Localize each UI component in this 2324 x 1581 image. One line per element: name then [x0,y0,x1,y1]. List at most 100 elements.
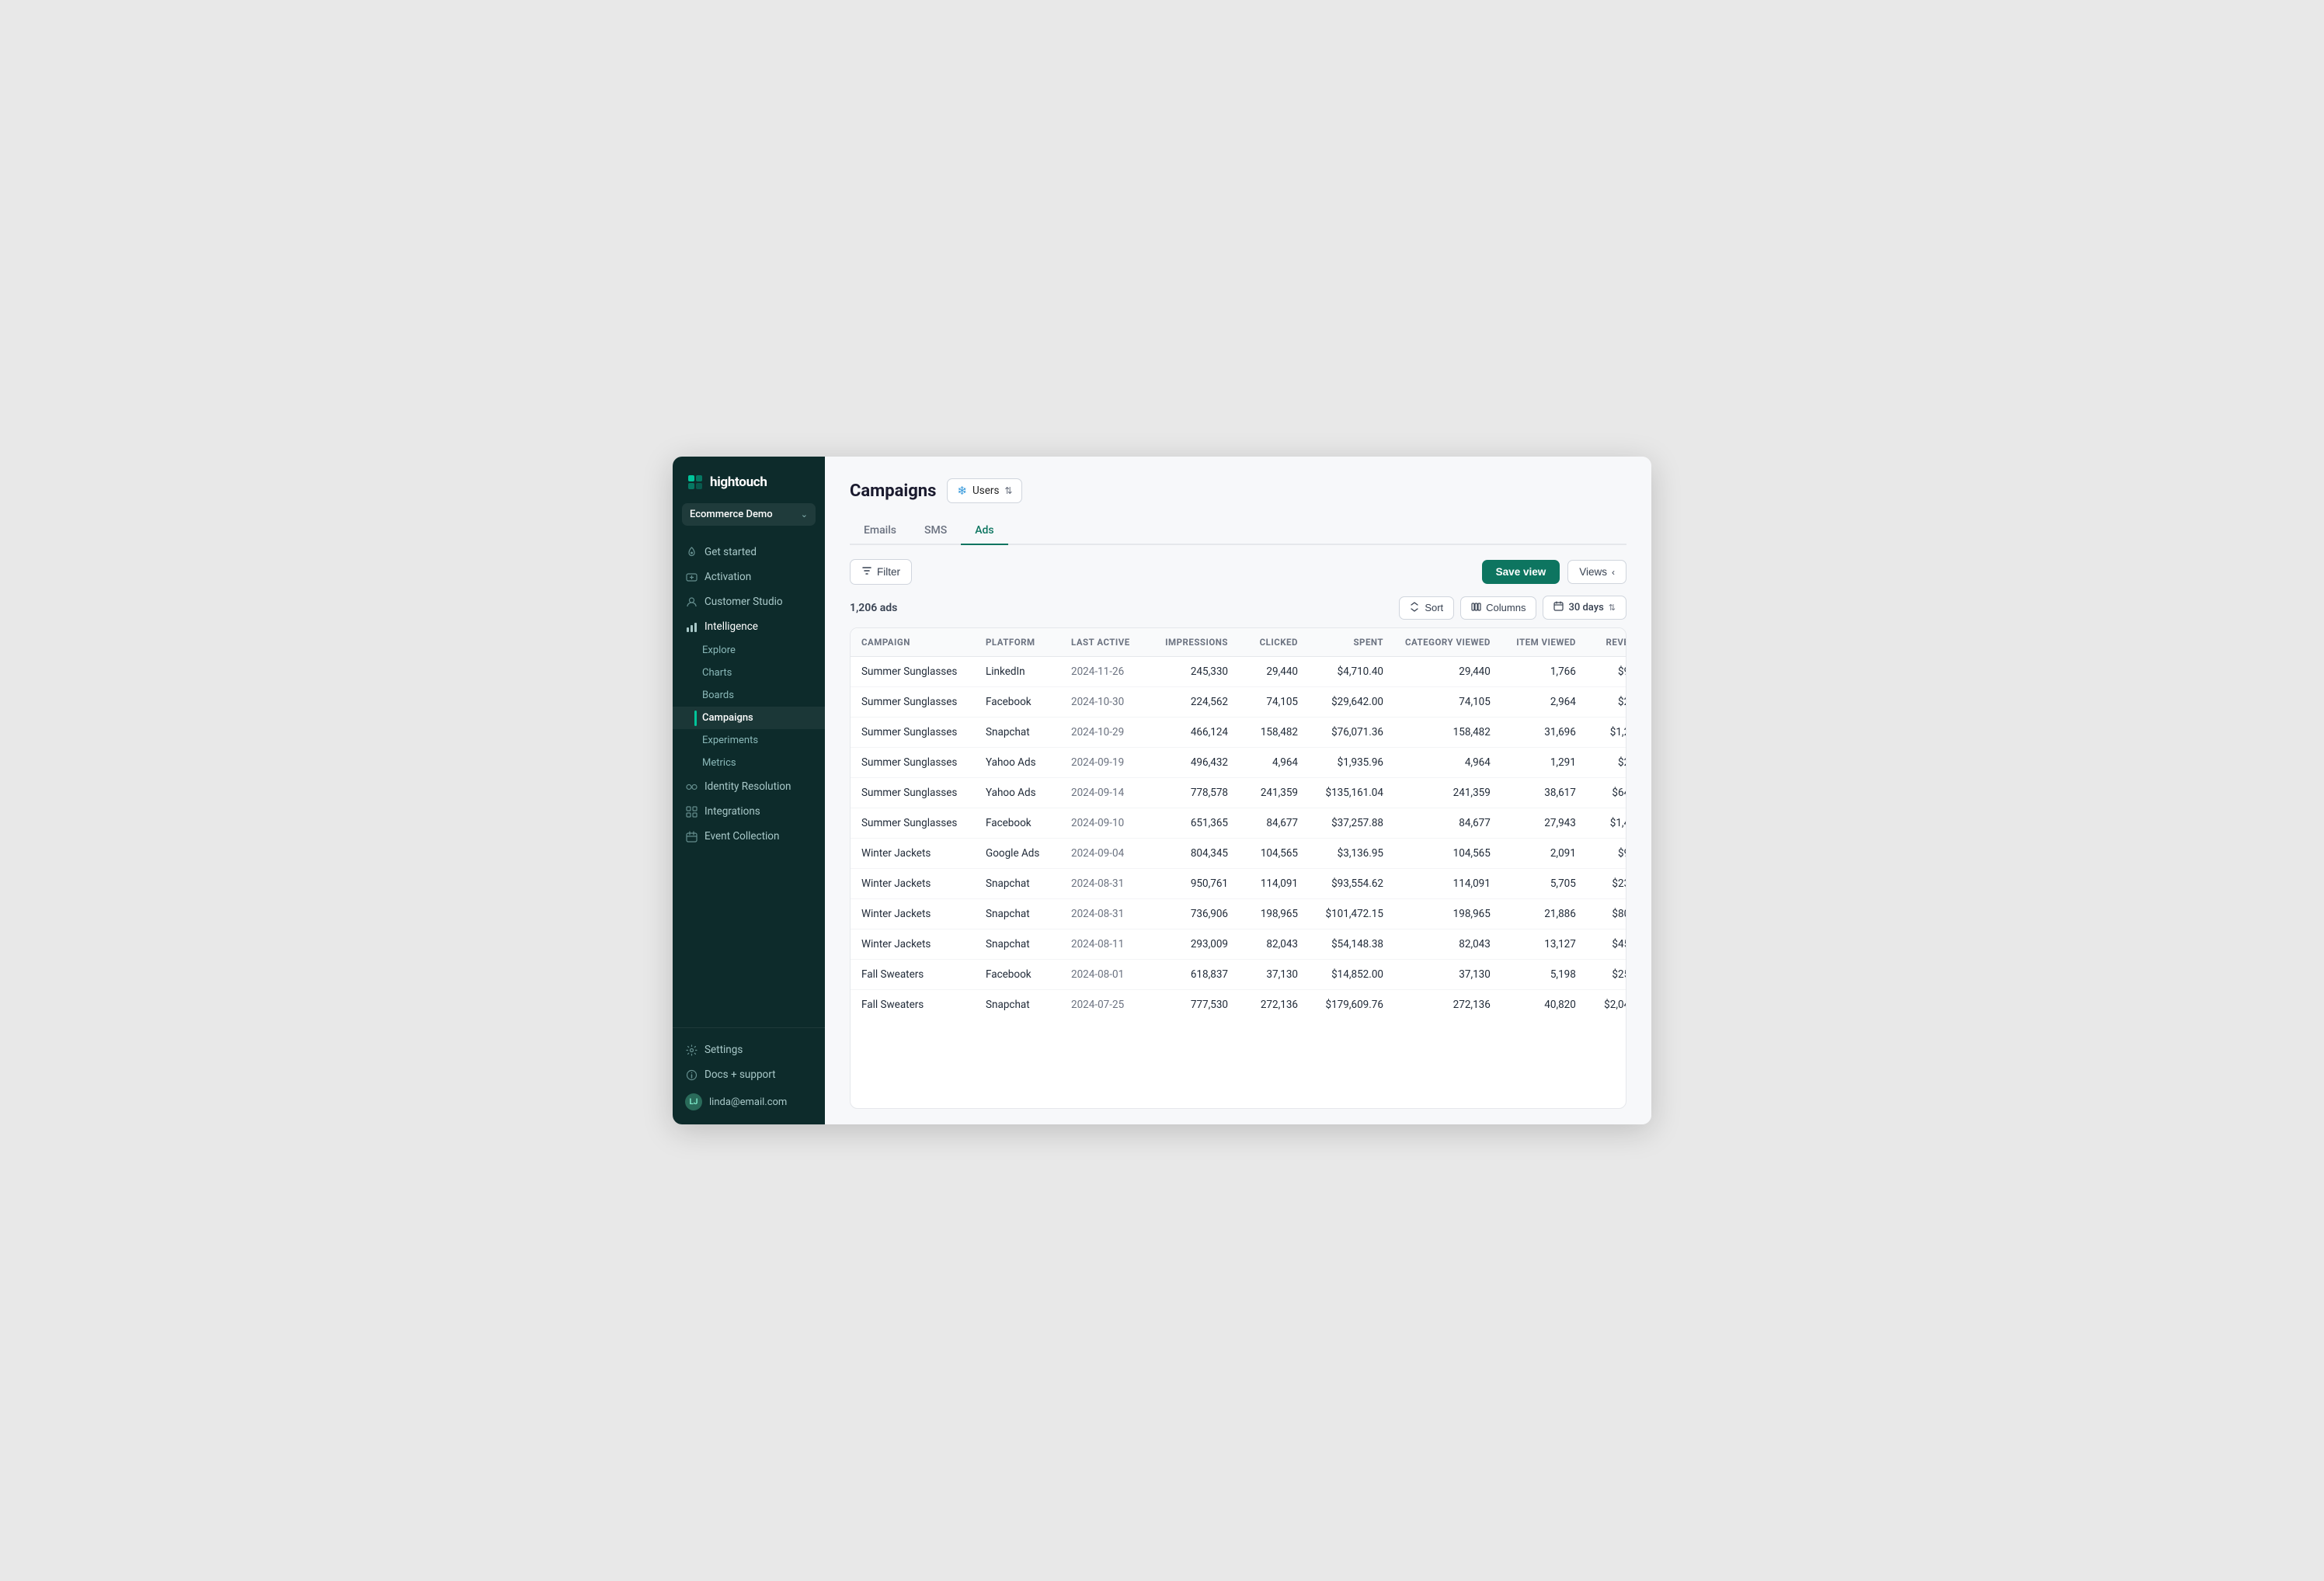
sidebar-item-identity-resolution[interactable]: Identity Resolution [673,774,825,799]
table-row: Summer Sunglasses Snapchat 2024-10-29 46… [851,718,1626,748]
col-header-campaign[interactable]: Campaign [851,628,975,657]
sidebar-item-docs[interactable]: Docs + support [673,1062,825,1087]
cell-clicked: 4,964 [1239,748,1309,778]
user-profile[interactable]: LJ linda@email.com [673,1087,825,1117]
cell-campaign: Winter Jackets [851,869,975,899]
cell-spent: $135,161.04 [1309,778,1394,808]
cell-clicked: 158,482 [1239,718,1309,748]
sort-label: Sort [1425,602,1443,613]
cell-platform: Facebook [975,808,1060,839]
table-row: Summer Sunglasses Facebook 2024-09-10 65… [851,808,1626,839]
table-row: Fall Sweaters Facebook 2024-08-01 618,83… [851,960,1626,990]
cell-impressions: 293,009 [1153,929,1239,960]
cell-campaign: Fall Sweaters [851,990,975,1020]
save-view-button[interactable]: Save view [1482,560,1560,584]
col-header-impressions[interactable]: Impressions [1153,628,1239,657]
cell-revenue: $1,4... [1587,808,1626,839]
cell-spent: $3,136.95 [1309,839,1394,869]
sidebar-item-settings[interactable]: Settings [673,1037,825,1062]
cell-revenue: $25... [1587,960,1626,990]
sidebar-sub-item-charts[interactable]: Charts [673,662,825,684]
col-header-revenue[interactable]: Reve... [1587,628,1626,657]
cell-spent: $101,472.15 [1309,899,1394,929]
sidebar-item-event-collection[interactable]: Event Collection [673,824,825,849]
cell-spent: $93,554.62 [1309,869,1394,899]
col-header-spent[interactable]: Spent [1309,628,1394,657]
cell-item-viewed: 5,705 [1501,869,1587,899]
cell-campaign: Fall Sweaters [851,960,975,990]
cell-platform: Google Ads [975,839,1060,869]
sidebar-item-label: Customer Studio [705,596,783,608]
table-header-row: Campaign Platform Last Active Impression… [851,628,1626,657]
cell-impressions: 777,530 [1153,990,1239,1020]
table-meta: 1,206 ads Sort [850,596,1626,620]
columns-button[interactable]: Columns [1460,596,1536,620]
cell-impressions: 778,578 [1153,778,1239,808]
cell-item-viewed: 31,696 [1501,718,1587,748]
ads-count: 1,206 ads [850,602,897,614]
col-header-category-viewed[interactable]: Category Viewed [1394,628,1501,657]
sidebar-item-integrations[interactable]: Integrations [673,799,825,824]
sidebar-item-customer-studio[interactable]: Customer Studio [673,589,825,614]
campaigns-table: Campaign Platform Last Active Impression… [850,627,1626,1109]
table-row: Fall Sweaters Snapchat 2024-07-25 777,53… [851,990,1626,1020]
cell-category-viewed: 114,091 [1394,869,1501,899]
col-header-last-active[interactable]: Last Active [1060,628,1153,657]
cell-item-viewed: 1,291 [1501,748,1587,778]
identity-icon [685,780,698,793]
workspace-name: Ecommerce Demo [690,509,773,520]
page-title: Campaigns [850,481,936,501]
cell-spent: $4,710.40 [1309,657,1394,687]
user-email: linda@email.com [709,1096,787,1108]
cell-spent: $1,935.96 [1309,748,1394,778]
col-header-clicked[interactable]: Clicked [1239,628,1309,657]
sidebar-sub-item-campaigns[interactable]: Campaigns [673,707,825,729]
cell-platform: Facebook [975,960,1060,990]
sort-button[interactable]: Sort [1399,596,1454,620]
filter-button[interactable]: Filter [850,559,912,585]
sidebar-item-intelligence[interactable]: Intelligence [673,614,825,639]
table-row: Winter Jackets Google Ads 2024-09-04 804… [851,839,1626,869]
right-toolbar: Save view Views ‹ [1482,560,1626,584]
views-button[interactable]: Views ‹ [1567,560,1626,584]
cell-clicked: 198,965 [1239,899,1309,929]
col-header-item-viewed[interactable]: Item Viewed [1501,628,1587,657]
days-label: 30 days [1568,602,1603,613]
logo-area: hightouch [673,457,825,503]
sidebar-item-activation[interactable]: Activation [673,565,825,589]
tab-emails[interactable]: Emails [850,517,910,545]
col-header-platform[interactable]: Platform [975,628,1060,657]
sidebar-sub-item-boards[interactable]: Boards [673,684,825,707]
sidebar-bottom: Settings Docs + support LJ linda@email.c… [673,1027,825,1124]
sidebar-item-get-started[interactable]: Get started [673,540,825,565]
cell-clicked: 241,359 [1239,778,1309,808]
table-actions: Sort Columns [1399,596,1626,620]
cell-category-viewed: 37,130 [1394,960,1501,990]
sidebar-sub-item-experiments[interactable]: Experiments [673,729,825,752]
columns-label: Columns [1486,602,1526,613]
cell-category-viewed: 104,565 [1394,839,1501,869]
main-header: Campaigns ❄ Users ⇅ [850,478,1626,503]
cell-clicked: 114,091 [1239,869,1309,899]
app-window: hightouch Ecommerce Demo ⌄ Get started [673,457,1651,1124]
tab-sms[interactable]: SMS [910,517,961,545]
tab-ads[interactable]: Ads [961,517,1007,545]
sidebar-sub-item-explore[interactable]: Explore [673,639,825,662]
cell-platform: Snapchat [975,899,1060,929]
sidebar-sub-label: Experiments [702,735,758,746]
sidebar-sub-item-metrics[interactable]: Metrics [673,752,825,774]
cell-category-viewed: 74,105 [1394,687,1501,718]
customer-studio-icon [685,596,698,608]
workspace-selector[interactable]: Ecommerce Demo ⌄ [682,503,816,526]
cell-category-viewed: 84,677 [1394,808,1501,839]
cell-platform: Snapchat [975,869,1060,899]
cell-category-viewed: 272,136 [1394,990,1501,1020]
cell-impressions: 496,432 [1153,748,1239,778]
cell-category-viewed: 4,964 [1394,748,1501,778]
cell-item-viewed: 27,943 [1501,808,1587,839]
cell-revenue: $64... [1587,778,1626,808]
days-selector[interactable]: 30 days ⇅ [1543,596,1626,620]
cell-impressions: 224,562 [1153,687,1239,718]
sidebar-sub-label: Explore [702,645,736,656]
users-selector[interactable]: ❄ Users ⇅ [947,478,1022,503]
